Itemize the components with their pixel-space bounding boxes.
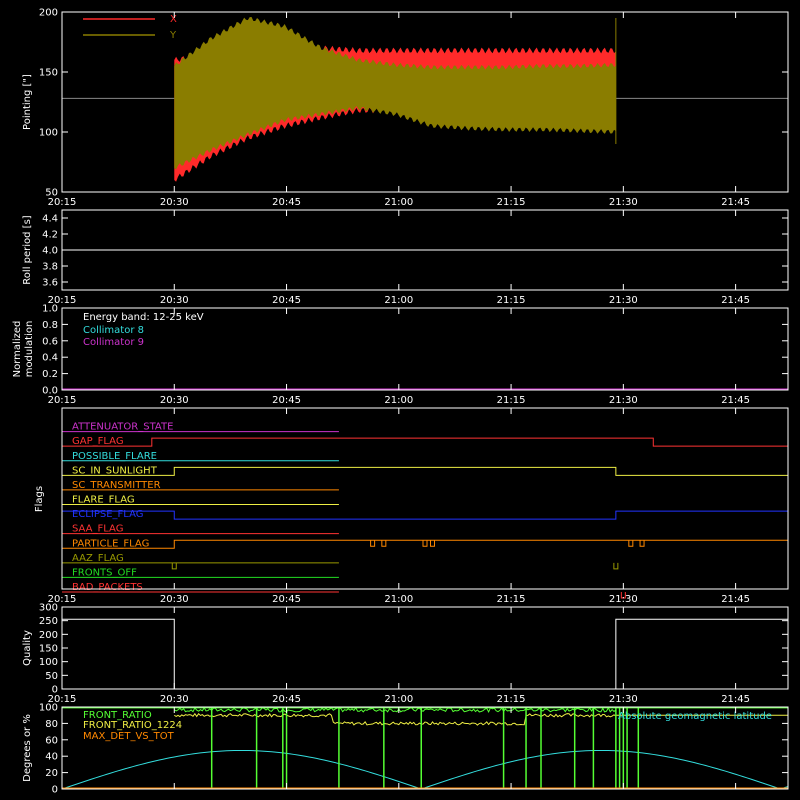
y-tick-label: 3.6 (42, 278, 58, 289)
y-tick-label: 3.8 (42, 262, 58, 273)
time-tick-label: 20:30 (160, 197, 189, 208)
time-tick-label: 21:45 (721, 594, 750, 605)
flag-label: AAZ_FLAG (72, 553, 124, 564)
mod-ylabel-line2: modulation (24, 321, 35, 378)
mod-ylabel-line1: Normalized (12, 321, 23, 378)
y-tick-label: 0 (52, 785, 58, 796)
y-tick-label: 200 (39, 630, 58, 641)
flag-label: GAP_FLAG (72, 436, 124, 447)
time-tick-label: 20:15 (48, 197, 77, 208)
flags-ylabel: Flags (34, 486, 45, 512)
time-tick-label: 21:00 (384, 395, 413, 406)
flag-label: SC_TRANSMITTER (72, 480, 161, 491)
y-tick-label: 4.4 (42, 214, 58, 225)
y-tick-label: 100 (39, 128, 58, 139)
front-ratio-1224-label: FRONT_RATIO_1224 (83, 720, 182, 731)
time-tick-label: 21:15 (497, 594, 526, 605)
max-det-vs-tot-label: MAX_DET_VS_TOT (83, 731, 175, 742)
time-tick-label: 21:00 (384, 295, 413, 306)
time-tick-label: 20:30 (160, 395, 189, 406)
time-tick-label: 21:30 (609, 197, 638, 208)
y-tick-label: 150 (39, 68, 58, 79)
time-tick-label: 21:15 (497, 694, 526, 705)
time-tick-label: 21:30 (609, 395, 638, 406)
time-tick-label: 21:30 (609, 295, 638, 306)
y-tick-label: 4.2 (42, 230, 58, 241)
time-tick-label: 20:45 (272, 594, 301, 605)
time-tick-label: 21:45 (721, 295, 750, 306)
flag-label: PARTICLE_FLAG (72, 538, 149, 549)
flag-label: POSSIBLE_FLARE (72, 451, 157, 462)
geomag-latitude-label: Absolute geomagnetic latitude (618, 711, 772, 722)
time-tick-label: 21:30 (609, 694, 638, 705)
y-tick-label: 200 (39, 8, 58, 19)
time-tick-label: 21:00 (384, 694, 413, 705)
energy-band-label: Energy band: 12-25 keV (83, 312, 204, 323)
y-tick-label: 40 (45, 752, 58, 763)
time-tick-label: 20:45 (272, 694, 301, 705)
time-tick-label: 20:30 (160, 295, 189, 306)
time-tick-label: 20:45 (272, 197, 301, 208)
flag-label: SC_IN_SUNLIGHT (72, 465, 158, 476)
time-tick-label: 21:30 (609, 594, 638, 605)
rhessi-quicklook-chart: 50100150200 Pointing ["] X Y 3.63.84.04.… (0, 0, 800, 800)
y-tick-label: 50 (45, 671, 58, 682)
y-tick-label: 80 (45, 719, 58, 730)
time-tick-label: 20:15 (48, 295, 77, 306)
y-tick-label: 150 (39, 644, 58, 655)
flag-label: FRONTS_OFF (72, 567, 137, 578)
y-tick-label: 4.0 (42, 246, 58, 257)
pointing-ylabel: Pointing ["] (22, 74, 33, 130)
time-tick-label: 20:30 (160, 694, 189, 705)
legend-y-label: Y (169, 30, 177, 41)
y-tick-label: 60 (45, 735, 58, 746)
legend-x-label: X (170, 14, 177, 25)
time-tick-label: 21:45 (721, 395, 750, 406)
time-tick-label: 21:15 (497, 197, 526, 208)
y-tick-label: 20 (45, 768, 58, 779)
flag-label: BAD_PACKETS (72, 582, 143, 593)
flag-label: FLARE_FLAG (72, 495, 135, 506)
time-tick-label: 20:45 (272, 395, 301, 406)
time-tick-label: 21:15 (497, 295, 526, 306)
time-tick-label: 20:15 (48, 694, 77, 705)
y-tick-label: 250 (39, 616, 58, 627)
ratio-ylabel: Degrees or % (22, 714, 33, 782)
time-tick-label: 20:30 (160, 594, 189, 605)
y-tick-label: 0.4 (42, 353, 58, 364)
collimator-9-label: Collimator 9 (83, 337, 144, 348)
time-tick-label: 21:00 (384, 197, 413, 208)
time-tick-label: 21:45 (721, 694, 750, 705)
roll-ylabel: Roll period [s] (22, 215, 33, 284)
y-tick-label: 0.2 (42, 369, 58, 380)
time-tick-label: 21:00 (384, 594, 413, 605)
time-tick-label: 20:15 (48, 594, 77, 605)
collimator-8-label: Collimator 8 (83, 325, 144, 336)
time-tick-label: 21:15 (497, 395, 526, 406)
time-tick-label: 20:45 (272, 295, 301, 306)
y-tick-label: 0.6 (42, 336, 58, 347)
quality-ylabel: Quality (22, 630, 33, 666)
time-tick-label: 20:15 (48, 395, 77, 406)
flag-label: SAA_FLAG (72, 524, 123, 535)
flag-label: ATTENUATOR_STATE (72, 422, 173, 433)
y-tick-label: 100 (39, 657, 58, 668)
y-tick-label: 0.8 (42, 320, 58, 331)
time-tick-label: 21:45 (721, 197, 750, 208)
